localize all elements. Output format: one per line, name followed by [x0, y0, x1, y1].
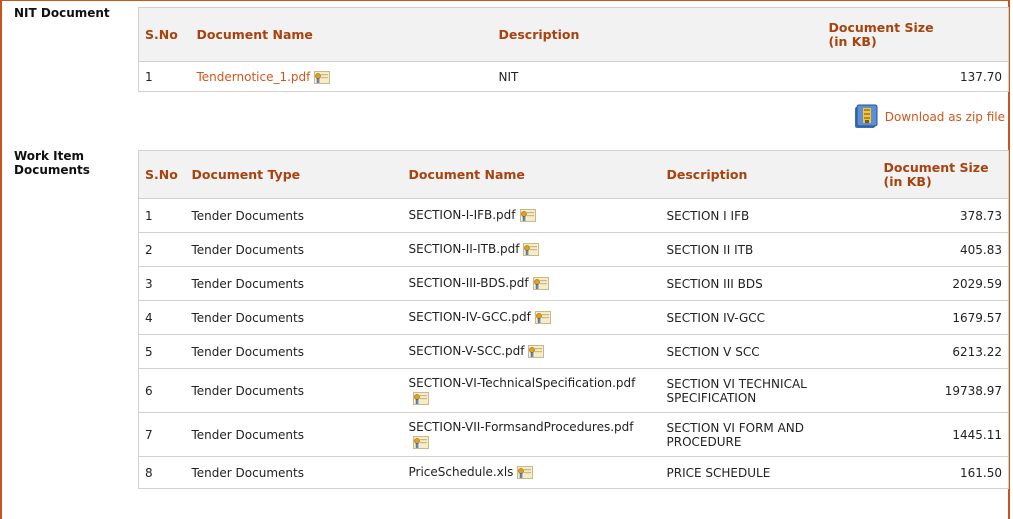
cell-description: SECTION VI FORM AND PROCEDURE — [660, 412, 878, 457]
header-document-type: Document Type — [185, 150, 403, 199]
cell-document-name: SECTION-VI-TechnicalSpecification.pdf — [402, 368, 661, 413]
table-row: 6 Tender Documents SECTION-VI-TechnicalSpe… — [138, 368, 1009, 413]
cell-description: SECTION III BDS — [660, 266, 878, 301]
table-row: 4 Tender Documents SECTION-IV-GCC.pdf SECTI… — [138, 300, 1009, 335]
header-document-name: Document Name — [402, 150, 661, 199]
cell-sno: 7 — [138, 412, 186, 457]
cell-description: SECTION VI TECHNICAL SPECIFICATION — [660, 368, 878, 413]
nit-section-label: NIT Document — [14, 6, 110, 20]
document-file-name[interactable]: SECTION-VII-FormsandProcedures.pdf — [409, 420, 634, 434]
work-item-table: S.No Document Type Document Name Descrip… — [138, 150, 1009, 489]
table-row: 2 Tender Documents SECTION-II-ITB.pdf SECTI… — [138, 232, 1009, 267]
cell-sno: 1 — [138, 61, 191, 92]
document-file-name[interactable]: SECTION-IV-GCC.pdf — [409, 310, 531, 324]
document-file-name[interactable]: SECTION-I-IFB.pdf — [409, 208, 516, 222]
certificate-icon[interactable] — [519, 209, 536, 222]
cell-size: 137.70 — [822, 61, 1009, 92]
cell-sno: 1 — [138, 198, 186, 233]
cell-document-name: PriceSchedule.xls — [402, 456, 661, 489]
cell-sno: 3 — [138, 266, 186, 301]
download-zip-link[interactable]: Download as zip file — [853, 104, 1005, 130]
certificate-icon[interactable] — [532, 277, 549, 290]
document-file-name[interactable]: SECTION-V-SCC.pdf — [409, 344, 525, 358]
cell-sno: 4 — [138, 300, 186, 335]
work-table-header: S.No Document Type Document Name Descrip… — [138, 150, 1009, 199]
table-row: 5 Tender Documents SECTION-V-SCC.pdf SECTIO… — [138, 334, 1009, 369]
cell-document-type: Tender Documents — [185, 300, 403, 335]
cell-sno: 6 — [138, 368, 186, 413]
cell-size: 19738.97 — [877, 368, 1009, 413]
header-sno: S.No — [138, 7, 191, 62]
document-file-name[interactable]: SECTION-III-BDS.pdf — [409, 276, 529, 290]
table-row: 1 Tendernotice_1.pdf NIT 137.70 — [138, 61, 1009, 92]
certificate-icon[interactable] — [534, 311, 551, 324]
cell-size: 6213.22 — [877, 334, 1009, 369]
cell-size: 2029.59 — [877, 266, 1009, 301]
cell-size: 161.50 — [877, 456, 1009, 489]
cell-description: SECTION V SCC — [660, 334, 878, 369]
header-description: Description — [660, 150, 878, 199]
certificate-icon[interactable] — [528, 345, 545, 358]
cell-document-name: Tendernotice_1.pdf — [190, 61, 493, 92]
certificate-icon[interactable] — [517, 466, 534, 479]
certificate-icon[interactable] — [523, 243, 540, 256]
cell-size: 378.73 — [877, 198, 1009, 233]
nit-table: S.No Document Name Description Document … — [138, 7, 1009, 92]
cell-document-type: Tender Documents — [185, 412, 403, 457]
table-row: 7 Tender Documents SECTION-VII-FormsandPro… — [138, 412, 1009, 457]
cell-description: SECTION I IFB — [660, 198, 878, 233]
cell-size: 1445.11 — [877, 412, 1009, 457]
download-zip-label[interactable]: Download as zip file — [885, 110, 1005, 124]
cell-document-name: SECTION-III-BDS.pdf — [402, 266, 661, 301]
header-document-size: Document Size (in KB) — [822, 7, 1009, 62]
document-file-name[interactable]: SECTION-II-ITB.pdf — [409, 242, 520, 256]
document-file-name[interactable]: SECTION-VI-TechnicalSpecification.pdf — [409, 376, 636, 390]
certificate-icon[interactable] — [412, 435, 429, 449]
cell-size: 405.83 — [877, 232, 1009, 267]
cell-document-type: Tender Documents — [185, 198, 403, 233]
cell-sno: 8 — [138, 456, 186, 489]
cell-size: 1679.57 — [877, 300, 1009, 335]
zip-archive-icon — [854, 104, 878, 128]
table-row: 8 Tender Documents PriceSchedule.xls PRICE … — [138, 456, 1009, 489]
cell-document-type: Tender Documents — [185, 456, 403, 489]
cell-document-type: Tender Documents — [185, 266, 403, 301]
cell-description: PRICE SCHEDULE — [660, 456, 878, 489]
table-row: 3 Tender Documents SECTION-III-BDS.pdf SECT… — [138, 266, 1009, 301]
header-description: Description — [492, 7, 823, 62]
cell-sno: 5 — [138, 334, 186, 369]
cell-document-type: Tender Documents — [185, 368, 403, 413]
cell-document-name: SECTION-I-IFB.pdf — [402, 198, 661, 233]
certificate-icon[interactable] — [412, 391, 429, 405]
document-link[interactable]: Tendernotice_1.pdf — [197, 70, 311, 84]
cell-document-name: SECTION-IV-GCC.pdf — [402, 300, 661, 335]
table-row: 1 Tender Documents SECTION-I-IFB.pdf SECTIO… — [138, 198, 1009, 233]
cell-document-name: SECTION-VII-FormsandProcedures.pdf — [402, 412, 661, 457]
cell-description: NIT — [492, 61, 823, 92]
nit-table-header: S.No Document Name Description Document … — [138, 7, 1009, 62]
cell-document-name: SECTION-II-ITB.pdf — [402, 232, 661, 267]
cell-description: SECTION IV-GCC — [660, 300, 878, 335]
header-document-size: Document Size (in KB) — [877, 150, 1009, 199]
cell-sno: 2 — [138, 232, 186, 267]
work-item-section-label: Work Item Documents — [14, 149, 90, 177]
cell-document-type: Tender Documents — [185, 232, 403, 267]
cell-description: SECTION II ITB — [660, 232, 878, 267]
cell-document-type: Tender Documents — [185, 334, 403, 369]
cell-document-name: SECTION-V-SCC.pdf — [402, 334, 661, 369]
document-file-name[interactable]: PriceSchedule.xls — [409, 465, 514, 479]
header-sno: S.No — [138, 150, 186, 199]
header-document-name: Document Name — [190, 7, 493, 62]
certificate-icon[interactable] — [314, 70, 331, 84]
